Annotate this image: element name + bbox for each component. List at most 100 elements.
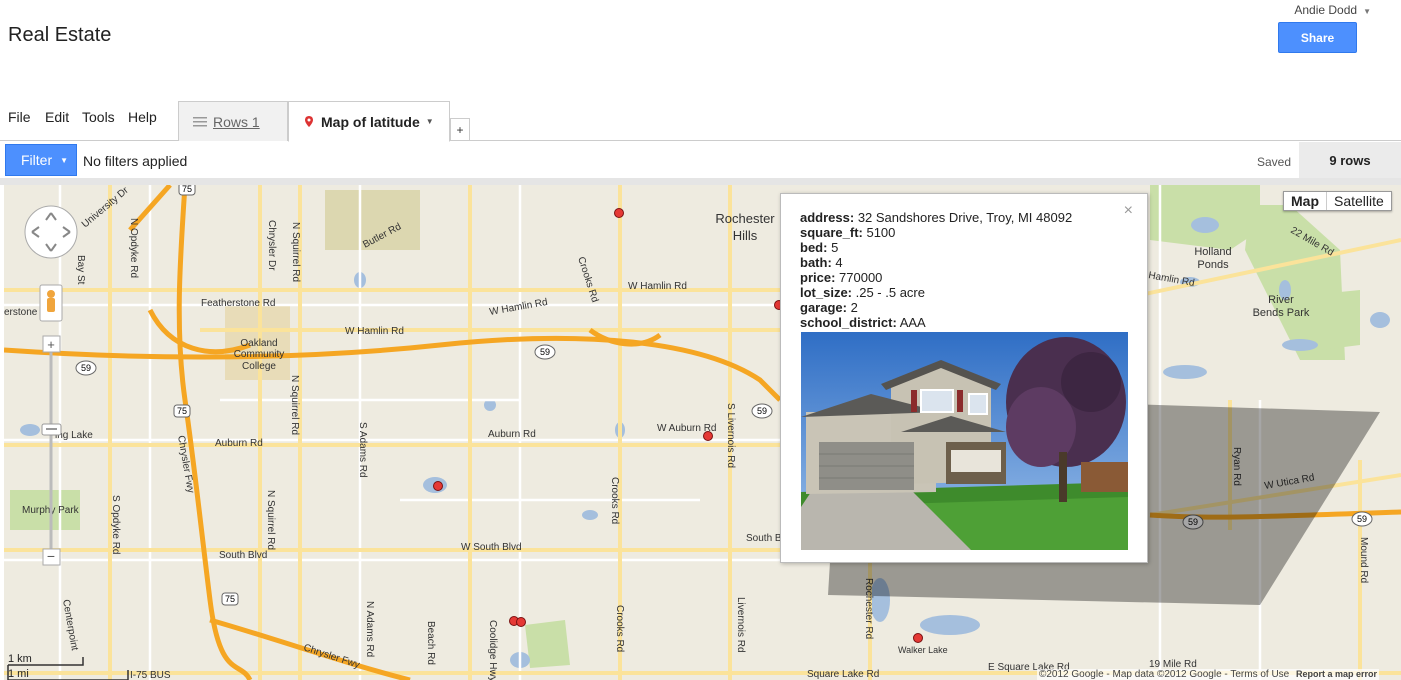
divider: [0, 178, 1401, 185]
map-marker[interactable]: [516, 617, 526, 627]
tab-map[interactable]: Map of latitude ▼: [288, 101, 450, 142]
field-address: address: 32 Sandshores Drive, Troy, MI 4…: [800, 210, 1073, 225]
map-label-holland: Holland: [1194, 246, 1231, 258]
map-label-s-adams: S Adams Rd: [357, 422, 368, 478]
scale-km: 1 km: [8, 653, 32, 665]
tab-rows[interactable]: Rows 1: [178, 101, 288, 141]
map-copyright: ©2012 Google - Map data ©2012 Google - T…: [1037, 669, 1380, 680]
map-label-crooks2: Crooks Rd: [609, 477, 620, 524]
add-tab-button[interactable]: +: [450, 118, 470, 141]
map-label-i75-bus: I-75 BUS: [130, 670, 171, 680]
map-label-livernois: Livernois Rd: [735, 597, 746, 653]
map-label-bay-st: Bay St: [75, 255, 86, 285]
map-label-ponds: Ponds: [1197, 259, 1229, 271]
map-marker[interactable]: [703, 431, 713, 441]
field-garage: garage: 2: [800, 300, 858, 315]
field-square-ft: square_ft: 5100: [800, 225, 896, 240]
map-label-university: University Dr: [80, 185, 131, 230]
menu-bar: File Edit Tools Help Rows 1 Map of latit…: [0, 101, 1401, 142]
map-label-hamlin: Hamlin Rd: [1147, 270, 1195, 289]
map-label-river: River: [1268, 294, 1294, 306]
map-label-beach: Beach Rd: [425, 621, 436, 665]
top-bar: Real Estate Andie Dodd ▼ Share: [0, 0, 1401, 100]
zoom-slider[interactable]: + −: [41, 335, 62, 566]
map-label-rochester: Rochester: [715, 211, 775, 226]
zoom-in-button[interactable]: +: [47, 337, 55, 352]
shield-75: 75: [225, 594, 235, 604]
field-school-district: school_district: AAA: [800, 315, 926, 330]
map-canvas[interactable]: 75 75 75 59 59 59 59 59 Rochester Hills …: [4, 185, 1401, 680]
map-type-satellite-button[interactable]: Satellite: [1327, 192, 1391, 210]
menu-tools[interactable]: Tools: [82, 109, 115, 125]
map-type-map-button[interactable]: Map: [1284, 192, 1327, 210]
map-tiles: 75 75 75 59 59 59 59 59 Rochester Hills …: [4, 185, 1401, 680]
map-label-w-south-blvd: W South Blvd: [461, 542, 522, 553]
shield-59: 59: [81, 363, 91, 373]
row-count: 9 rows: [1299, 142, 1401, 178]
filter-status: No filters applied: [83, 153, 188, 169]
rows-icon: [193, 116, 207, 126]
map-label-college: College: [242, 361, 276, 372]
map-label-auburn2: Auburn Rd: [488, 429, 536, 440]
map-label-n-squirrel3: N Squirrel Rd: [265, 490, 276, 550]
share-button[interactable]: Share: [1278, 22, 1357, 53]
field-price: price: 770000: [800, 270, 883, 285]
map-label-community: Community: [234, 349, 285, 360]
map-label-oakland: Oakland: [240, 338, 277, 349]
map-label-featherstone: Featherstone Rd: [201, 298, 276, 309]
map-label-w-hamlin3: W Hamlin Rd: [489, 297, 549, 318]
report-map-error-link[interactable]: Report a map error: [1296, 669, 1377, 679]
map-label-s-opdyke: S Opdyke Rd: [110, 495, 121, 554]
info-window: × address: 32 Sandshores Drive, Troy, MI…: [780, 193, 1148, 563]
app-title: Real Estate: [8, 24, 112, 46]
map-label-s-livernois: S Livernois Rd: [725, 403, 736, 468]
scale-bar: 1 km 1 mi: [8, 653, 32, 680]
map-marker[interactable]: [614, 208, 624, 218]
map-label-crooks: Crooks Rd: [575, 256, 600, 304]
map-label-centerpoint: Centerpoint: [60, 599, 80, 652]
zoom-out-button[interactable]: −: [47, 548, 55, 564]
map-label-chrysler-dr: Chrysler Dr: [266, 220, 277, 271]
map-label-n-squirrel: N Squirrel Rd: [290, 222, 301, 282]
tab-rows-label: Rows 1: [213, 113, 260, 130]
chevron-down-icon: ▼: [1363, 7, 1371, 16]
map-label-w-hamlin: W Hamlin Rd: [628, 281, 687, 292]
info-fields: address: 32 Sandshores Drive, Troy, MI 4…: [800, 210, 1072, 330]
menu-help[interactable]: Help: [128, 109, 157, 125]
user-menu[interactable]: Andie Dodd ▼: [1294, 3, 1371, 17]
map-label-south-blvd: South Blvd: [219, 550, 267, 561]
copyright-text[interactable]: ©2012 Google - Map data ©2012 Google - T…: [1039, 669, 1289, 680]
chevron-down-icon[interactable]: ▼: [426, 117, 434, 126]
pan-control[interactable]: [24, 205, 78, 259]
shield-59: 59: [540, 347, 550, 357]
map-label-coolidge: Coolidge Hwy: [487, 620, 498, 680]
map-label-chrysler-fwy2: Chrysler Fwy: [302, 642, 361, 670]
map-marker[interactable]: [433, 481, 443, 491]
scale-mi: 1 mi: [8, 668, 29, 680]
user-name: Andie Dodd: [1294, 3, 1358, 17]
field-bath: bath: 4: [800, 255, 843, 270]
map-label-bends: Bends Park: [1253, 307, 1310, 319]
house-photo: [801, 332, 1128, 550]
tab-map-label: Map of latitude: [321, 113, 420, 130]
filter-button[interactable]: Filter ▼: [5, 144, 77, 176]
map-type-control: Map Satellite: [1283, 191, 1392, 211]
menu-edit[interactable]: Edit: [45, 109, 69, 125]
filter-bar: Filter ▼ No filters applied Saved 9 rows: [0, 142, 1401, 178]
map-label-n-opdyke: N Opdyke Rd: [128, 218, 139, 278]
map-label-square-lake: Square Lake Rd: [807, 669, 879, 680]
menu-file[interactable]: File: [8, 109, 31, 125]
street-view-pegman-icon[interactable]: [39, 284, 63, 322]
field-lot-size: lot_size: .25 - .5 acre: [800, 285, 925, 300]
filter-label: Filter: [21, 152, 53, 168]
shield-59: 59: [757, 406, 767, 416]
map-label-mound: Mound Rd: [1358, 537, 1369, 583]
map-marker[interactable]: [913, 633, 923, 643]
shield-75: 75: [177, 406, 187, 416]
shield-75: 75: [182, 185, 192, 194]
field-bed: bed: 5: [800, 240, 839, 255]
map-label-hills: Hills: [733, 228, 758, 243]
map-label-w-hamlin2: W Hamlin Rd: [345, 326, 404, 337]
map-label-n-squirrel2: N Squirrel Rd: [289, 375, 300, 435]
close-icon[interactable]: ×: [1124, 202, 1133, 220]
